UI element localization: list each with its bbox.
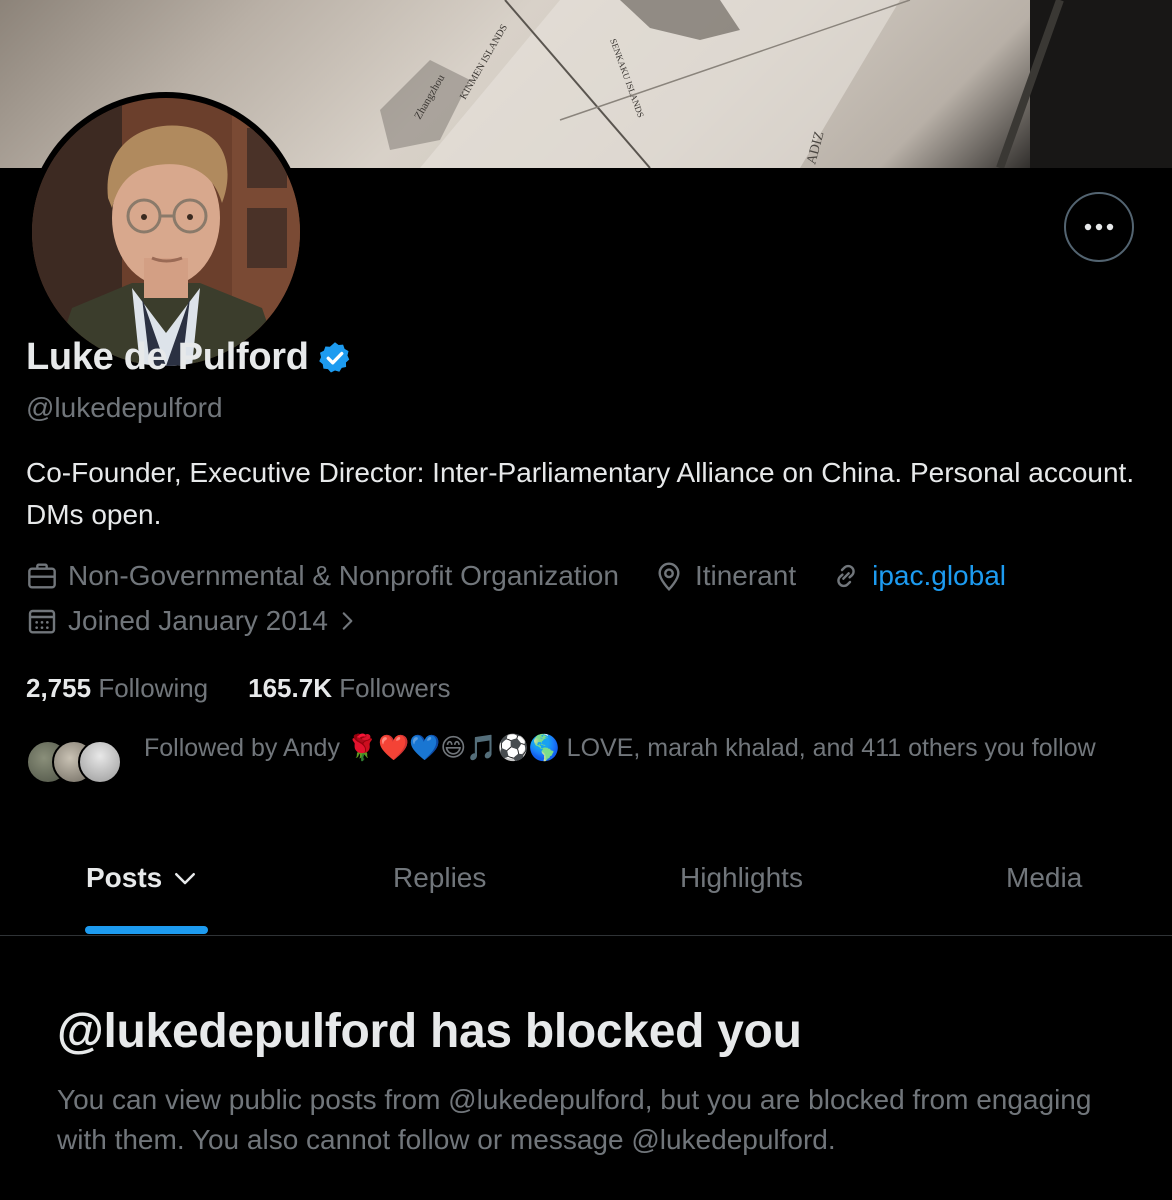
chevron-right-icon: [342, 612, 353, 630]
avatar: [78, 740, 122, 784]
profile-bio: Co-Founder, Executive Director: Inter-Pa…: [26, 457, 1135, 530]
tab-label: Posts: [86, 862, 163, 893]
joined-text: Joined January 2014: [68, 605, 328, 636]
followed-by-avatars: [26, 740, 126, 788]
blocked-title: @lukedepulford has blocked you: [57, 1005, 802, 1058]
chevron-down-icon[interactable]: [170, 863, 200, 893]
location-text: Itinerant: [694, 560, 797, 591]
verified-badge-icon[interactable]: [317, 340, 353, 376]
following-stat[interactable]: 2,755 Following: [26, 673, 208, 704]
profile-website[interactable]: ipac.global: [830, 560, 1006, 592]
profile-avatar[interactable]: [26, 92, 306, 372]
profile-location: Itinerant: [653, 560, 796, 592]
profile-joined[interactable]: Joined January 2014: [26, 605, 370, 637]
profile-meta-row: Non-Governmental & Nonprofit Organizatio…: [26, 560, 1040, 592]
tab-posts[interactable]: Posts: [86, 862, 200, 894]
tab-media[interactable]: Media: [1006, 862, 1082, 894]
avatar-photo: [32, 98, 300, 366]
link-icon: [837, 564, 855, 588]
profile-joined-row[interactable]: Joined January 2014: [26, 605, 404, 637]
following-label: Following: [98, 673, 209, 703]
tab-label: Media: [1006, 862, 1083, 893]
calendar-icon: [28, 609, 56, 634]
followers-label: Followers: [339, 673, 451, 703]
tab-label: Replies: [393, 862, 487, 893]
tab-replies[interactable]: Replies: [393, 862, 486, 894]
profile-name-row: Luke de Pulford: [26, 336, 353, 379]
profile-handle: @lukedepulford: [26, 392, 223, 423]
profile-stats: 2,755 Following 165.7K Followers: [26, 673, 490, 704]
followers-count: 165.7K: [248, 673, 332, 703]
blocked-message: You can view public posts from @lukedepu…: [57, 1084, 1092, 1155]
following-count: 2,755: [26, 673, 92, 703]
active-tab-indicator: [85, 926, 208, 934]
profile-category: Non-Governmental & Nonprofit Organizatio…: [26, 560, 619, 592]
tab-highlights[interactable]: Highlights: [680, 862, 803, 894]
tab-label: Highlights: [680, 862, 803, 893]
profile-tabs: Posts Replies Highlights Media: [0, 840, 1172, 936]
followed-by-section[interactable]: Followed by Andy 🌹❤️💙😄🎵⚽🌎 LOVE, marah kh…: [26, 732, 1104, 788]
display-name: Luke de Pulford: [26, 336, 309, 378]
more-options-button[interactable]: [1064, 192, 1134, 262]
more-horizontal-icon: [1084, 223, 1114, 231]
website-link[interactable]: ipac.global: [872, 560, 1006, 592]
followed-by-text: Followed by Andy 🌹❤️💙😄🎵⚽🌎 LOVE, marah kh…: [144, 734, 1096, 762]
followers-stat[interactable]: 165.7K Followers: [248, 673, 450, 704]
briefcase-icon: [28, 563, 56, 589]
location-pin-icon: [658, 562, 680, 592]
category-text: Non-Governmental & Nonprofit Organizatio…: [68, 560, 619, 591]
